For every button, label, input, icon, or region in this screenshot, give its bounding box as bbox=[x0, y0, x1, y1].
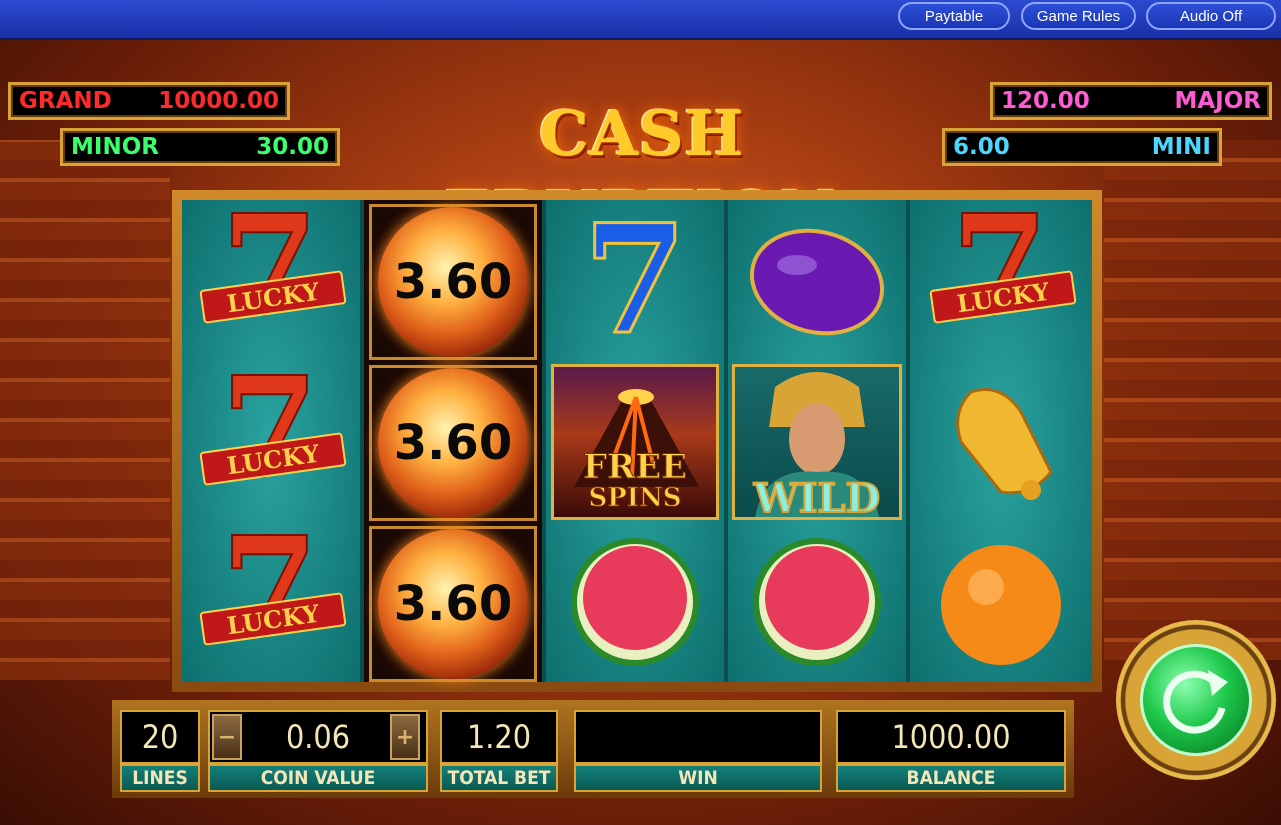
plum-symbol bbox=[728, 200, 906, 360]
major-value: 120.00 bbox=[1001, 88, 1090, 114]
right-temple-wall bbox=[1104, 140, 1281, 660]
spin-icon-wrap bbox=[1140, 644, 1252, 756]
fireball-symbol: 3.60 bbox=[364, 202, 542, 362]
orange-icon bbox=[941, 545, 1061, 665]
watermelon-symbol bbox=[728, 522, 906, 682]
mini-jackpot: 6.00 MINI bbox=[942, 128, 1222, 166]
minor-value: 30.00 bbox=[256, 134, 329, 160]
major-label: MAJOR bbox=[1174, 88, 1261, 114]
free-spins-symbol: FREE SPINS bbox=[546, 362, 724, 522]
lucky-seven-symbol: 7 LUCKY bbox=[182, 191, 360, 360]
minor-jackpot: MINOR 30.00 bbox=[60, 128, 340, 166]
grand-jackpot: GRAND 10000.00 bbox=[8, 82, 290, 120]
wild-label: WILD bbox=[753, 474, 881, 520]
spin-button[interactable] bbox=[1116, 620, 1276, 780]
top-bar: Paytable Game Rules Audio Off bbox=[0, 0, 1281, 40]
blue-seven-icon: 7 bbox=[581, 192, 688, 368]
audio-toggle-button[interactable]: Audio Off bbox=[1146, 2, 1276, 30]
major-jackpot: 120.00 MAJOR bbox=[990, 82, 1272, 120]
spins-label: SPINS bbox=[588, 483, 682, 514]
total-bet-label: TOTAL BET bbox=[440, 764, 558, 792]
refresh-icon bbox=[1163, 670, 1228, 734]
minor-label: MINOR bbox=[71, 134, 159, 160]
bell-symbol bbox=[910, 362, 1092, 522]
bell-icon bbox=[956, 388, 1053, 500]
win-value bbox=[574, 710, 822, 764]
lines-label: LINES bbox=[120, 764, 200, 792]
bet-panel: 20 LINES 0.06 − + COIN VALUE 1.20 TOTAL … bbox=[112, 700, 1074, 798]
plum-icon bbox=[749, 228, 885, 336]
free-label: FREE bbox=[582, 447, 688, 488]
watermelon-icon bbox=[753, 538, 881, 666]
fireball-value: 3.60 bbox=[378, 207, 528, 357]
mini-value: 6.00 bbox=[953, 134, 1010, 160]
orange-symbol bbox=[910, 522, 1092, 682]
reel-frame: 7 LUCKY 7 LUCKY 7 LUCKY 3.60 3.60 3.60 7… bbox=[172, 190, 1102, 692]
balance-label: BALANCE bbox=[836, 764, 1066, 792]
win-label: WIN bbox=[574, 764, 822, 792]
coin-increase-button[interactable]: + bbox=[390, 714, 420, 760]
coin-value-label: COIN VALUE bbox=[208, 764, 428, 792]
lucky-seven-symbol: 7 LUCKY bbox=[182, 513, 360, 682]
reel-2: 3.60 3.60 3.60 bbox=[364, 200, 542, 682]
reel-1: 7 LUCKY 7 LUCKY 7 LUCKY bbox=[182, 191, 360, 682]
fireball-symbol: 3.60 bbox=[364, 363, 542, 523]
fireball-symbol: 3.60 bbox=[364, 524, 542, 684]
wild-symbol: WILD bbox=[728, 362, 906, 522]
reel-area: 7 LUCKY 7 LUCKY 7 LUCKY 3.60 3.60 3.60 7… bbox=[182, 191, 1092, 682]
reel-5: 7 LUCKY bbox=[910, 191, 1092, 682]
left-temple-wall bbox=[0, 140, 170, 680]
fireball-value: 3.60 bbox=[378, 529, 528, 679]
total-bet-value: 1.20 bbox=[440, 710, 558, 764]
grand-label: GRAND bbox=[19, 88, 112, 114]
blue-seven-symbol: 7 bbox=[546, 200, 724, 360]
mini-label: MINI bbox=[1151, 134, 1211, 160]
lucky-seven-symbol: 7 LUCKY bbox=[910, 191, 1092, 360]
lines-value: 20 bbox=[120, 710, 200, 764]
reel-3: 7 FREE SPINS bbox=[546, 200, 724, 682]
watermelon-icon bbox=[571, 538, 699, 666]
balance-value: 1000.00 bbox=[836, 710, 1066, 764]
coin-decrease-button[interactable]: − bbox=[212, 714, 242, 760]
game-title-logo: CASH ERUPTION bbox=[445, 97, 837, 250]
lucky-seven-symbol: 7 LUCKY bbox=[182, 353, 360, 522]
paytable-button[interactable]: Paytable bbox=[898, 2, 1010, 30]
watermelon-symbol bbox=[546, 522, 724, 682]
grand-value: 10000.00 bbox=[158, 88, 279, 114]
fireball-value: 3.60 bbox=[378, 368, 528, 518]
reel-4: WILD bbox=[728, 200, 906, 682]
game-rules-button[interactable]: Game Rules bbox=[1021, 2, 1136, 30]
